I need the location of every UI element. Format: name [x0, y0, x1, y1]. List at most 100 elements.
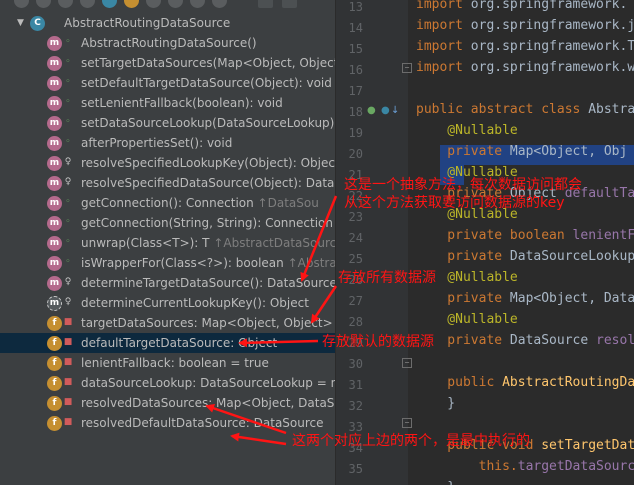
code-token: resol: [596, 333, 634, 348]
line-number: 19: [348, 126, 363, 140]
public-visibility-icon: ◦: [65, 57, 71, 67]
public-visibility-icon: ◦: [65, 117, 71, 127]
method-icon: m: [47, 195, 62, 211]
member-signature: targetDataSources: Map<Object, Object>: [81, 316, 333, 330]
class-icon: C: [30, 15, 45, 31]
protected-visibility-icon: ♀: [64, 277, 72, 287]
member-signature: determineCurrentLookupKey(): Object: [81, 296, 309, 310]
implemented-icon[interactable]: ●: [367, 104, 376, 117]
member-row[interactable]: f ■ lenientFallback: boolean = true: [0, 353, 335, 373]
field-icon: f: [47, 395, 62, 411]
public-visibility-icon: ◦: [65, 237, 71, 247]
member-row[interactable]: m ♀ resolveSpecifiedLookupKey(Object): Obj…: [0, 153, 335, 173]
member-row[interactable]: m ◦ setTargetDataSources(Map<Object, Objec…: [0, 53, 335, 73]
toolbar-button-6[interactable]: [124, 0, 139, 8]
inherited-from-label: ↑DataSou: [257, 196, 319, 210]
toolbar-button-4[interactable]: [80, 0, 95, 8]
toolbar-button-10[interactable]: [212, 0, 227, 8]
method-icon: m: [47, 275, 62, 291]
public-visibility-icon: ◦: [65, 257, 71, 267]
method-icon: m: [47, 115, 62, 131]
member-label: setDataSourceLookup(DataSourceLookup):: [81, 115, 335, 131]
code-line: private DataSourceLookup: [416, 247, 634, 267]
toolbar-button-1[interactable]: [14, 0, 29, 8]
method-icon: m: [47, 175, 62, 191]
code-token: @Nullable: [416, 123, 518, 138]
member-label: getConnection(String, String): Connectio…: [81, 215, 335, 231]
toolbar-button-7[interactable]: [146, 0, 161, 8]
override-arrow-icon[interactable]: ↓: [391, 104, 399, 117]
member-row[interactable]: m ♀ determineCurrentLookupKey(): Object: [0, 293, 335, 313]
member-row[interactable]: f ■ defaultTargetDataSource: Object: [0, 333, 335, 353]
toolbar-button-12[interactable]: [282, 0, 297, 8]
private-lock-icon: ■: [63, 357, 73, 367]
public-visibility-icon: ◦: [65, 37, 71, 47]
member-row[interactable]: f ■ resolvedDataSources: Map<Object, DataS…: [0, 393, 335, 413]
member-row[interactable]: m ◦ setDataSourceLookup(DataSourceLookup):: [0, 113, 335, 133]
line-number: 28: [348, 315, 363, 329]
annotation-abstract-method: 这是一个抽象方法，每次数据访问都会: [344, 177, 582, 193]
toolbar-button-2[interactable]: [36, 0, 51, 8]
field-icon: f: [47, 335, 62, 351]
toolbar-button-9[interactable]: [190, 0, 205, 8]
code-token: private boolean: [416, 228, 573, 243]
member-label: setTargetDataSources(Map<Object, Object: [81, 55, 335, 71]
public-visibility-icon: ◦: [65, 77, 71, 87]
tree-root-class[interactable]: ▼ C AbstractRoutingDataSource: [0, 13, 335, 33]
member-row[interactable]: f ■ resolvedDefaultDataSource: DataSource: [0, 413, 335, 433]
code-token: org.springframework.j: [470, 18, 634, 33]
code-line: this.targetDataSourc: [416, 457, 634, 477]
code-token: import: [416, 0, 471, 12]
code-line: @Nullable: [416, 310, 517, 330]
method-icon: m: [47, 55, 62, 71]
method-icon: m: [47, 235, 62, 251]
method-icon: m: [47, 135, 62, 151]
member-row[interactable]: m ◦ unwrap(Class<T>): T ↑AbstractDataSourc…: [0, 233, 335, 253]
member-row[interactable]: m ♀ resolveSpecifiedDataSource(Object): Da…: [0, 173, 335, 193]
member-signature: dataSourceLookup: DataSourceLookup = n: [81, 376, 335, 390]
toolbar-button-8[interactable]: [168, 0, 183, 8]
member-row[interactable]: m ◦ setDefaultTargetDataSource(Object): vo…: [0, 73, 335, 93]
code-line: private Map<Object, Obj: [416, 142, 627, 162]
member-row[interactable]: m ♀ determineTargetDataSource(): DataSourc…: [0, 273, 335, 293]
line-number: 32: [348, 399, 363, 413]
code-token: Abstra: [588, 102, 634, 117]
code-token: import: [416, 39, 471, 54]
line-number: 13: [348, 0, 363, 14]
line-number: 16: [348, 63, 363, 77]
member-row[interactable]: m ◦ getConnection(String, String): Connect…: [0, 213, 335, 233]
expand-arrow-icon[interactable]: ▼: [17, 17, 27, 29]
member-label: determineTargetDataSource(): DataSource: [81, 275, 335, 291]
member-signature: unwrap(Class<T>): T: [81, 236, 214, 250]
member-signature: setLenientFallback(boolean): void: [81, 96, 283, 110]
toolbar-button-5[interactable]: [102, 0, 117, 8]
protected-visibility-icon: ♀: [64, 157, 72, 167]
code-editor[interactable]: import org.springframework. import org.sp…: [407, 0, 634, 485]
code-token: public: [416, 375, 503, 390]
override-icon[interactable]: ●: [381, 104, 390, 117]
member-label: setDefaultTargetDataSource(Object): void: [81, 75, 332, 91]
public-visibility-icon: ◦: [65, 217, 71, 227]
abstract-method-icon: m: [47, 295, 62, 311]
member-label: AbstractRoutingDataSource(): [81, 35, 257, 51]
member-row[interactable]: m ◦ AbstractRoutingDataSource(): [0, 33, 335, 53]
member-signature: resolvedDataSources: Map<Object, DataSo: [81, 396, 335, 410]
member-row[interactable]: m ◦ isWrapperFor(Class<?>): boolean ↑Abstr…: [0, 253, 335, 273]
toolbar-button-3[interactable]: [58, 0, 73, 8]
member-row[interactable]: m ◦ afterPropertiesSet(): void: [0, 133, 335, 153]
member-signature: defaultTargetDataSource: Object: [81, 336, 278, 350]
inherited-from-label: ↑AbstractDataSource: [213, 236, 335, 250]
member-label: lenientFallback: boolean = true: [81, 355, 269, 371]
member-row[interactable]: f ■ targetDataSources: Map<Object, Object>: [0, 313, 335, 333]
method-icon: m: [47, 75, 62, 91]
member-row[interactable]: m ◦ getConnection(): Connection ↑DataSou: [0, 193, 335, 213]
member-row[interactable]: f ■ dataSourceLookup: DataSourceLookup = n: [0, 373, 335, 393]
code-token: public abstract class: [416, 102, 589, 117]
code-line: import org.springframework.j: [416, 16, 634, 36]
code-line: public AbstractRoutingDat: [416, 373, 634, 393]
member-label: resolveSpecifiedDataSource(Object): Data…: [81, 175, 335, 191]
protected-visibility-icon: ♀: [64, 297, 72, 307]
field-icon: f: [47, 315, 62, 331]
member-row[interactable]: m ◦ setLenientFallback(boolean): void: [0, 93, 335, 113]
toolbar-button-11[interactable]: [258, 0, 273, 8]
